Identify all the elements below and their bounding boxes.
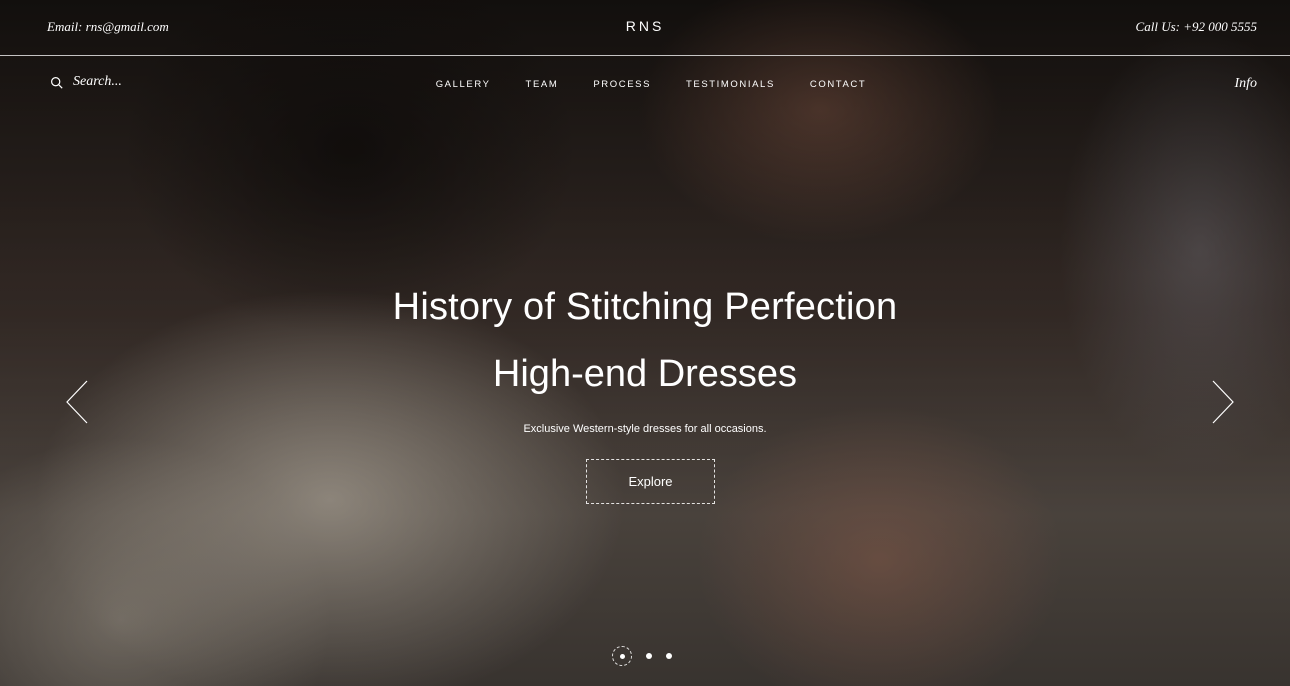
- contact-phone[interactable]: Call Us: +92 000 5555: [1136, 19, 1257, 35]
- hero-title: History of Stitching Perfection: [392, 286, 898, 328]
- nav-link-team[interactable]: TEAM: [526, 79, 559, 90]
- slider-dot-1[interactable]: [612, 646, 632, 666]
- main-nav: Search... GALLERY TEAM PROCESS TESTIMONI…: [0, 56, 1290, 112]
- nav-link-process[interactable]: PROCESS: [593, 79, 651, 90]
- chevron-right-icon: [1212, 380, 1234, 424]
- nav-link-gallery[interactable]: GALLERY: [436, 79, 491, 90]
- hero-subtitle: High-end Dresses: [492, 353, 798, 395]
- nav-link-testimonials[interactable]: TESTIMONIALS: [686, 79, 775, 90]
- nav-links: GALLERY TEAM PROCESS TESTIMONIALS CONTAC…: [6, 79, 1290, 90]
- nav-link-contact[interactable]: CONTACT: [810, 79, 866, 90]
- top-bar: Email: rns@gmail.com RNS Call Us: +92 00…: [0, 0, 1290, 56]
- hero-description: Exclusive Western-style dresses for all …: [523, 423, 767, 435]
- slider-prev-button[interactable]: [65, 380, 89, 424]
- info-link[interactable]: Info: [1234, 76, 1257, 92]
- explore-button[interactable]: Explore: [586, 459, 715, 504]
- slider-pagination: [612, 646, 672, 666]
- slider-next-button[interactable]: [1211, 380, 1235, 424]
- brand-logo[interactable]: RNS: [0, 18, 1290, 34]
- slider-dot-3[interactable]: [666, 653, 672, 659]
- chevron-left-icon: [66, 380, 88, 424]
- slider-dot-2[interactable]: [646, 653, 652, 659]
